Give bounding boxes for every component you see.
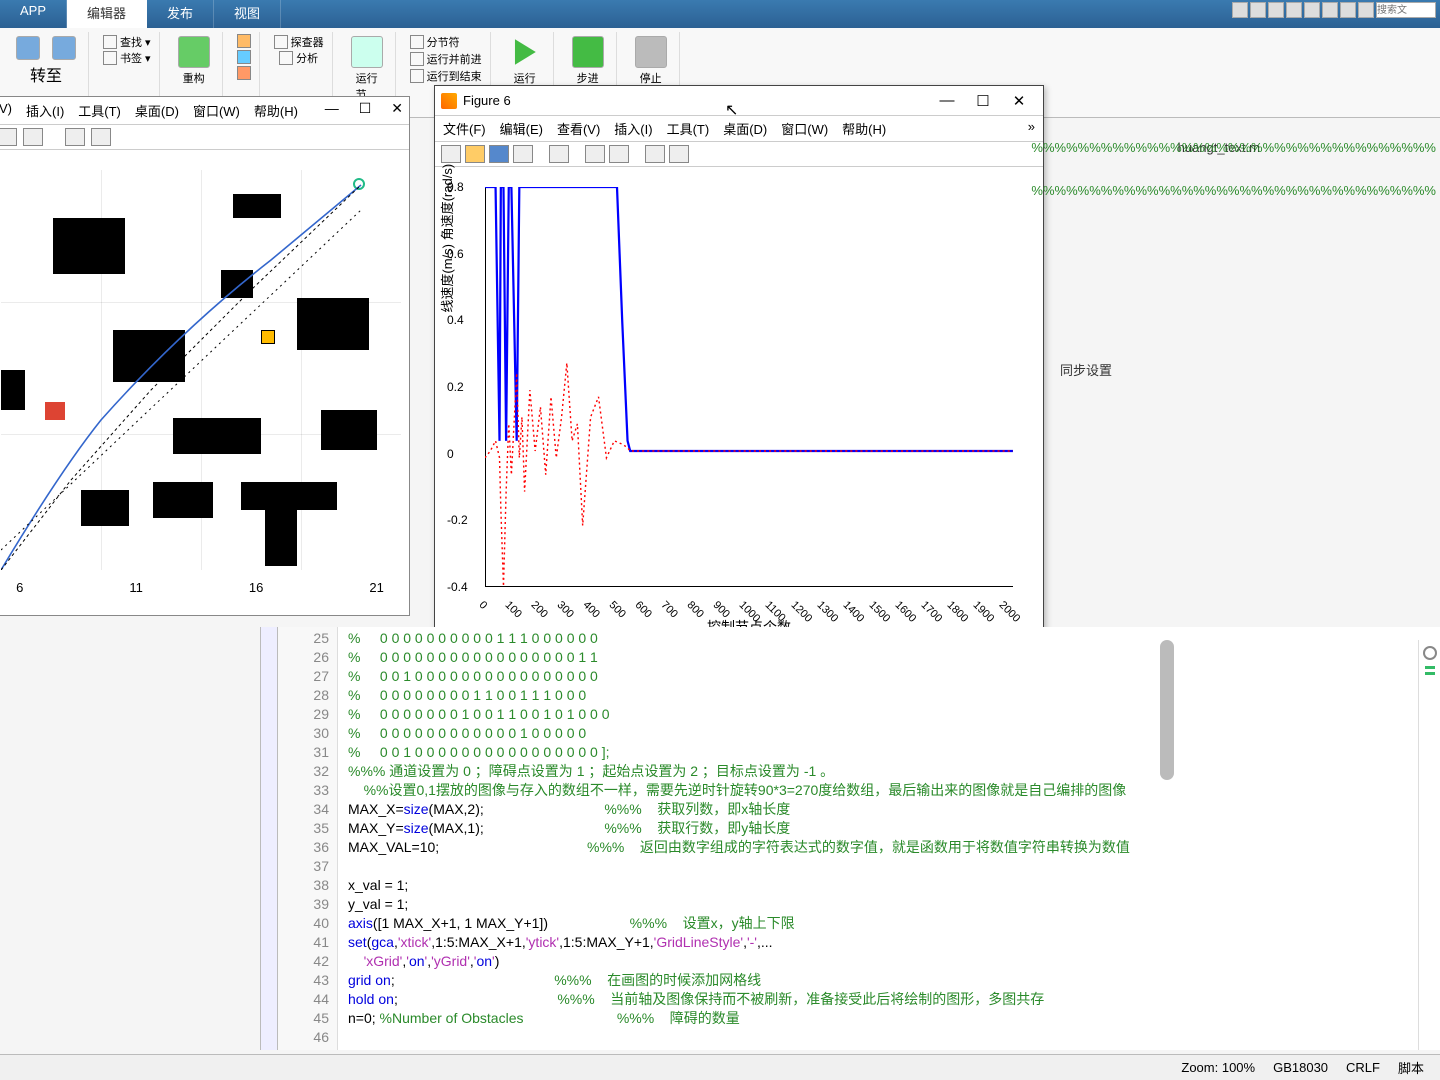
menu-item[interactable]: 帮助(H) xyxy=(254,101,298,120)
find-button[interactable]: 查找 ▾ xyxy=(103,34,151,50)
search-docs-input[interactable] xyxy=(1376,2,1436,18)
velocity-chart: -0.4-0.200.20.40.60.8 010020030040050060… xyxy=(485,187,1013,587)
tool-icon[interactable] xyxy=(585,145,605,163)
minimize-button[interactable]: — xyxy=(929,92,965,109)
step-button[interactable]: 步进 xyxy=(568,34,608,88)
qa-icon[interactable] xyxy=(1250,2,1266,18)
encoding-status[interactable]: GB18030 xyxy=(1273,1060,1328,1075)
grid-figure-window: — ☐ ✕ V) 插入(I) 工具(T) 桌面(D) 窗口(W) 帮助(H) xyxy=(0,96,410,616)
figure-menubar: 文件(F) 编辑(E) 查看(V) 插入(I) 工具(T) 桌面(D) 窗口(W… xyxy=(435,116,1043,142)
open-icon[interactable] xyxy=(465,145,485,163)
menu-tools[interactable]: 工具(T) xyxy=(667,119,710,138)
zoom-status[interactable]: Zoom: 100% xyxy=(1181,1060,1255,1075)
sync-settings-label: 同步设置 xyxy=(1060,360,1112,379)
run-button[interactable]: 运行 xyxy=(505,34,545,88)
menu-item[interactable]: 桌面(D) xyxy=(135,101,179,120)
ribbon-tab-publish[interactable]: 发布 xyxy=(147,0,214,28)
menu-edit[interactable]: 编辑(E) xyxy=(500,119,543,138)
menu-item[interactable]: V) xyxy=(0,101,12,120)
tool-icon[interactable] xyxy=(549,145,569,163)
stop-button[interactable]: 停止 xyxy=(631,34,671,88)
qa-icon[interactable] xyxy=(1268,2,1284,18)
close-button[interactable]: ✕ xyxy=(1001,92,1037,110)
figure-title: Figure 6 xyxy=(463,93,511,108)
grid-fig-toolbar xyxy=(0,125,409,150)
figure-toolbar xyxy=(435,142,1043,167)
grid-xticks: 6111621 xyxy=(0,580,409,595)
menu-insert[interactable]: 插入(I) xyxy=(614,119,652,138)
y-axis-label: 线速度(m/s) 角速度(rad/s) xyxy=(437,164,456,313)
run-section-button[interactable]: 运行 节 xyxy=(347,34,387,104)
goto-label: 转至 xyxy=(30,62,62,86)
line-gutter[interactable]: 2526272829303132333435363738394041424344… xyxy=(278,627,338,1050)
figure-6-window: Figure 6 — ☐ ✕ 文件(F) 编辑(E) 查看(V) 插入(I) 工… xyxy=(434,85,1044,640)
scrollbar-thumb[interactable] xyxy=(1160,640,1174,780)
qa-icon[interactable] xyxy=(1232,2,1248,18)
qa-icon[interactable] xyxy=(1286,2,1302,18)
new-icon[interactable] xyxy=(441,145,461,163)
overview-ruler[interactable] xyxy=(1418,640,1440,1050)
maximize-button[interactable]: ☐ xyxy=(965,92,1001,110)
arrow-icon[interactable] xyxy=(65,128,85,146)
code-editor[interactable]: 2526272829303132333435363738394041424344… xyxy=(260,627,1440,1050)
qa-icon[interactable] xyxy=(1358,2,1374,18)
status-bar: Zoom: 100% GB18030 CRLF 脚本 xyxy=(0,1054,1440,1080)
ribbon-tab-editor[interactable]: 编辑器 xyxy=(67,0,147,28)
menu-view[interactable]: 查看(V) xyxy=(557,119,600,138)
menu-help[interactable]: 帮助(H) xyxy=(842,119,886,138)
nav-back-button[interactable] xyxy=(12,34,44,62)
matlab-icon xyxy=(441,93,457,109)
path-overlay xyxy=(1,170,401,570)
fold-strip[interactable] xyxy=(260,627,278,1050)
refactor-button[interactable]: 重构 xyxy=(174,34,214,88)
arrow-icon[interactable] xyxy=(645,145,665,163)
filetype-status[interactable]: 脚本 xyxy=(1398,1058,1424,1077)
cursor-icon: ↖ xyxy=(725,100,738,120)
menu-desktop[interactable]: 桌面(D) xyxy=(723,119,767,138)
tool-icon[interactable] xyxy=(609,145,629,163)
analyze-button[interactable]: 分析 xyxy=(279,50,318,66)
explorer-button[interactable]: 探查器 xyxy=(274,34,324,50)
print-icon[interactable] xyxy=(513,145,533,163)
tool-icon[interactable] xyxy=(91,128,111,146)
quick-access-toolbar xyxy=(1232,2,1436,18)
menu-item[interactable]: 窗口(W) xyxy=(193,101,240,120)
ribbon-tab-view[interactable]: 视图 xyxy=(214,0,281,28)
menu-item[interactable]: 插入(I) xyxy=(26,101,64,120)
run-advance-button[interactable]: 运行并前进 xyxy=(410,51,482,67)
qa-icon[interactable] xyxy=(1340,2,1356,18)
code-body[interactable]: % 0 0 0 0 0 0 0 0 0 0 1 1 1 0 0 0 0 0 0%… xyxy=(338,627,1130,1050)
menu-item[interactable]: 工具(T) xyxy=(78,101,121,120)
qa-icon[interactable] xyxy=(1322,2,1338,18)
menu-window[interactable]: 窗口(W) xyxy=(781,119,828,138)
run-to-end-button[interactable]: 运行到结束 xyxy=(410,68,482,84)
tool-icon[interactable] xyxy=(0,128,17,146)
ribbon-tab-app[interactable]: APP xyxy=(0,0,67,28)
minimize-button[interactable]: — xyxy=(325,100,339,117)
figure-titlebar[interactable]: Figure 6 — ☐ ✕ xyxy=(435,86,1043,116)
menu-file[interactable]: 文件(F) xyxy=(443,119,486,138)
eol-status[interactable]: CRLF xyxy=(1346,1060,1380,1075)
save-icon[interactable] xyxy=(489,145,509,163)
qa-icon[interactable] xyxy=(1304,2,1320,18)
ribbon-tabs: APP 编辑器 发布 视图 xyxy=(0,0,1440,28)
section-break-button[interactable]: 分节符 xyxy=(410,34,460,50)
tool-icon[interactable] xyxy=(23,128,43,146)
tool-icon[interactable] xyxy=(669,145,689,163)
close-button[interactable]: ✕ xyxy=(391,100,403,117)
nav-fwd-button[interactable] xyxy=(48,34,80,62)
maximize-button[interactable]: ☐ xyxy=(359,100,372,117)
occupancy-grid-plot xyxy=(1,170,401,570)
code-fragment: %%%%%%%%%%%%%%%%%%%%%%%%%%%%%%%%%%% %%%%… xyxy=(1031,140,1436,226)
bookmark-button[interactable]: 书签 ▾ xyxy=(103,50,151,66)
